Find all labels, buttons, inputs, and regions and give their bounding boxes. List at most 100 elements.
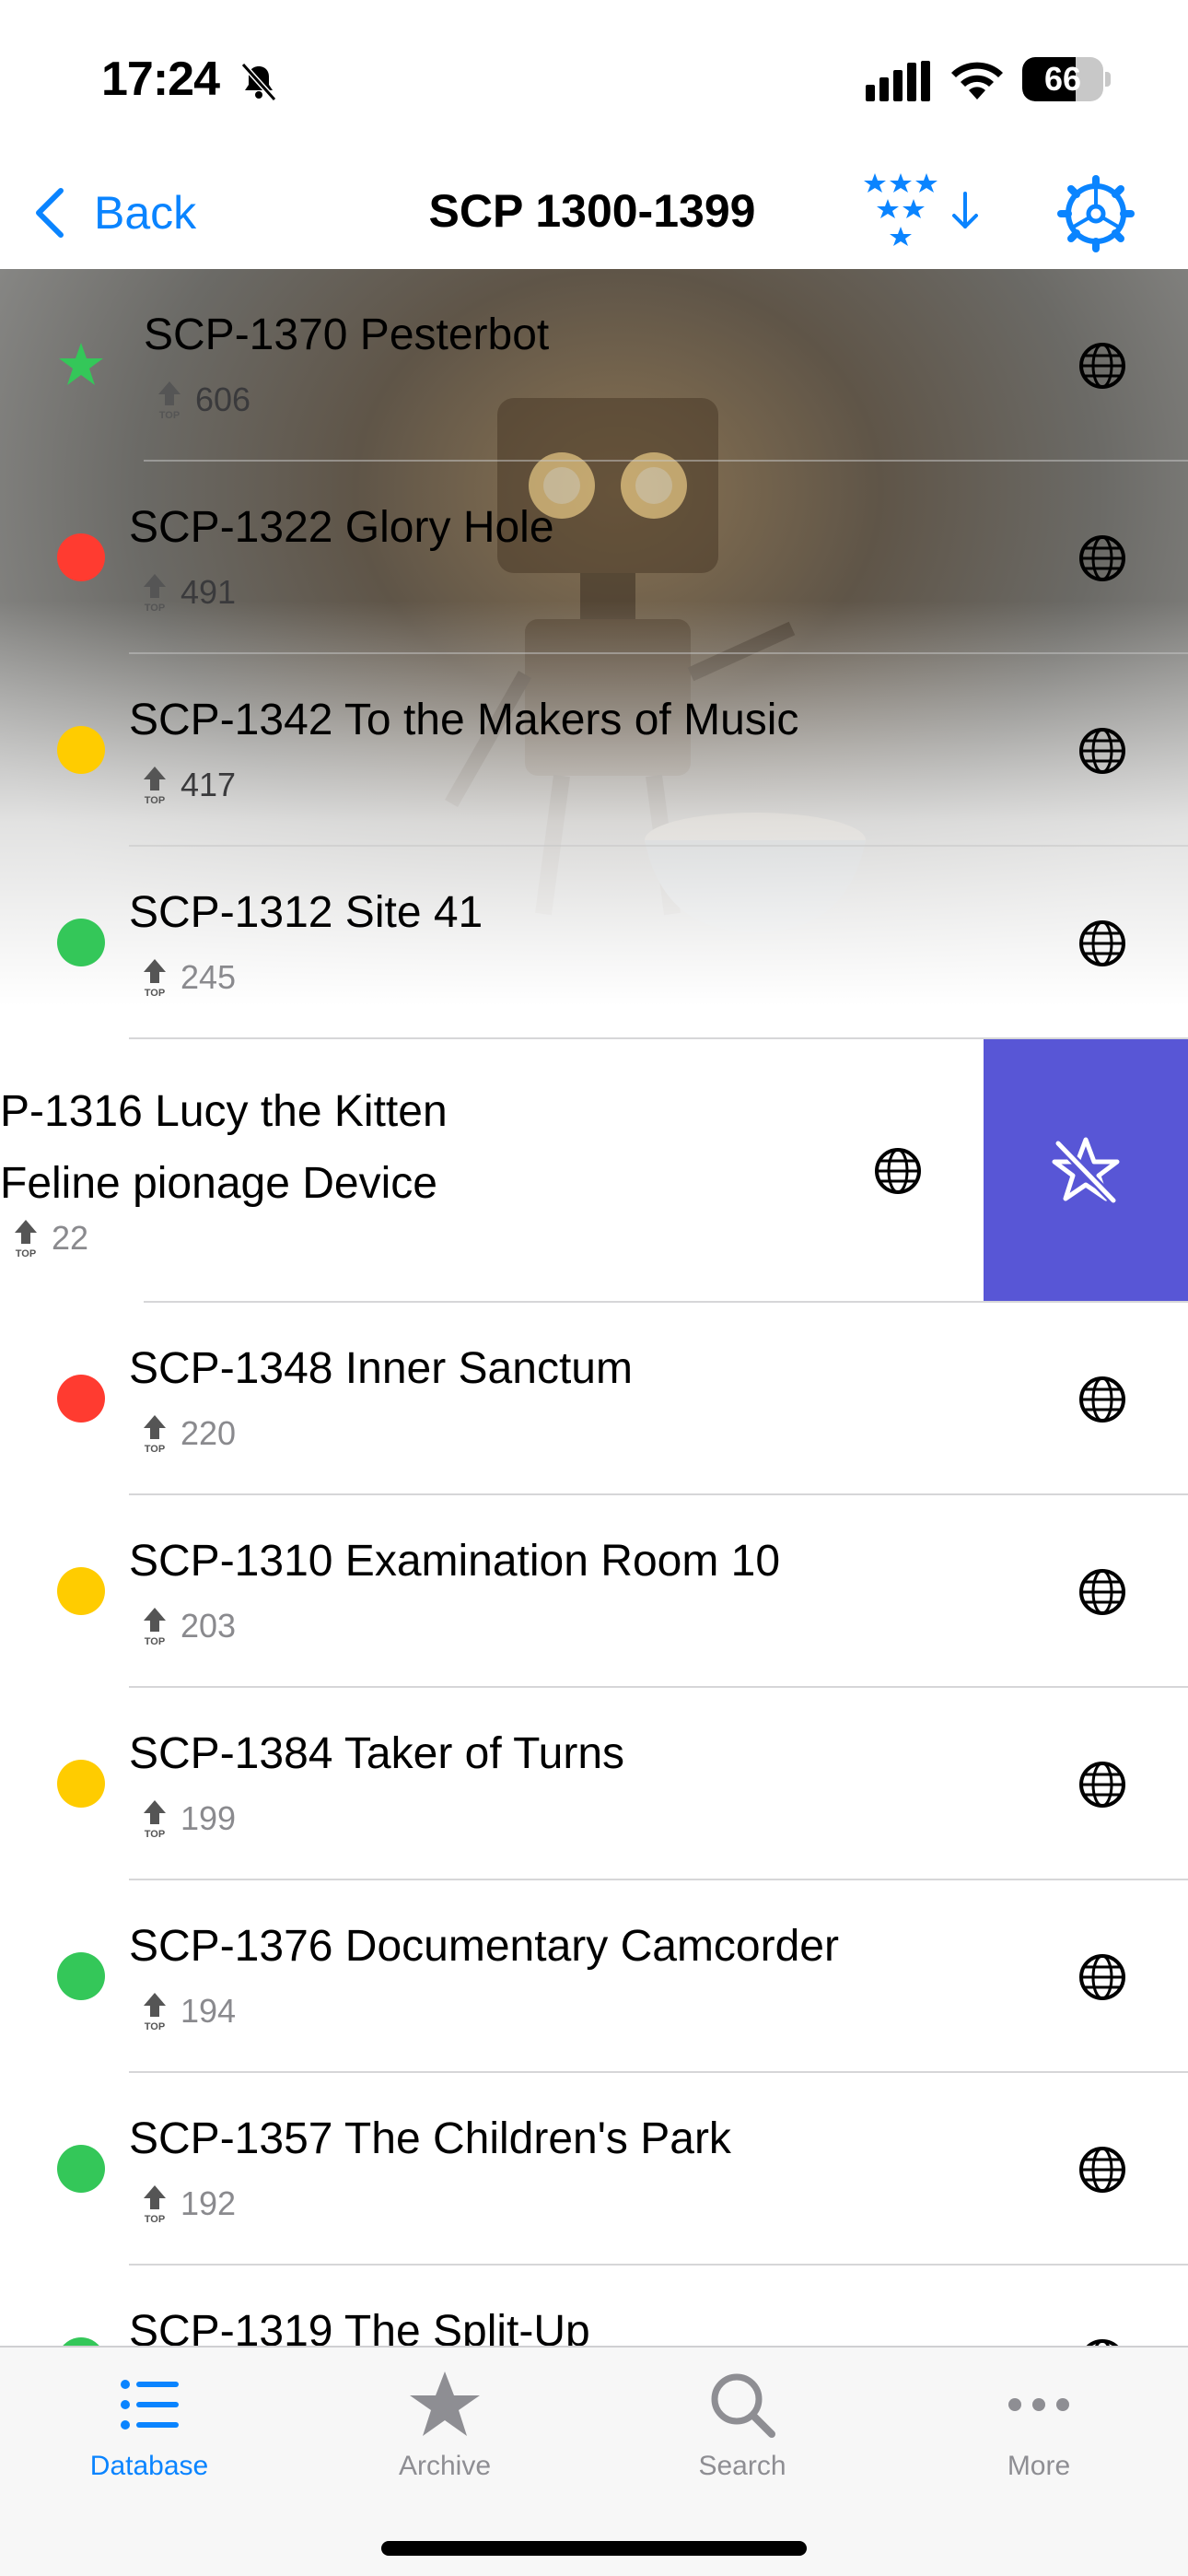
status-time: 17:24 — [101, 53, 220, 106]
list-item[interactable]: SCP-1370 Pesterbot TOP 606 — [0, 269, 1188, 462]
top-rating-icon: TOP — [144, 1415, 166, 1454]
top-rating-icon: TOP — [158, 381, 181, 420]
item-title: SCP-1370 Pesterbot — [144, 310, 550, 359]
item-rating: TOP 199 — [136, 1798, 236, 1839]
item-title: SCP-1322 Glory Hole — [129, 503, 554, 552]
star-slash-icon — [1052, 1137, 1120, 1204]
item-title: SCP-1342 To the Makers of Music — [129, 696, 799, 744]
item-title: SCP-1357 The Children's Park — [129, 2114, 731, 2163]
top-rating-icon: TOP — [144, 767, 166, 805]
battery-icon: 66 — [1022, 57, 1111, 101]
list-item[interactable]: SCP-1384 Taker of Turns TOP 199 — [0, 1688, 1188, 1880]
list-item[interactable]: SCP-1376 Documentary Camcorder TOP 194 — [0, 1880, 1188, 2073]
status-dot — [57, 1567, 105, 1615]
status-dot — [57, 2145, 105, 2193]
top-rating-icon: TOP — [15, 1220, 37, 1259]
item-title: SCP-1376 Documentary Camcorder — [129, 1922, 839, 1971]
item-title: SCP-1312 Site 41 — [129, 888, 483, 937]
back-button[interactable]: Back — [31, 181, 196, 245]
svg-text:TOP: TOP — [145, 1444, 165, 1454]
status-dot — [57, 533, 105, 581]
top-rating-icon: TOP — [144, 2185, 166, 2224]
list-item[interactable]: SCP-1348 Inner Sanctum TOP 220 — [0, 1303, 1188, 1495]
magnifier-icon — [711, 2373, 775, 2438]
item-rating: TOP 220 — [136, 1413, 236, 1454]
status-dot — [57, 1952, 105, 2000]
home-indicator — [381, 2541, 807, 2556]
tab-more[interactable]: More — [947, 2368, 1131, 2488]
status-dot — [57, 2337, 105, 2346]
svg-text:TOP: TOP — [145, 2021, 165, 2032]
bell-slash-icon — [240, 62, 277, 102]
top-rating-icon: TOP — [144, 574, 166, 613]
status-dot — [57, 726, 105, 774]
globe-icon[interactable] — [1077, 533, 1127, 583]
item-title: SCP-1384 Taker of Turns — [129, 1729, 625, 1778]
globe-icon[interactable] — [1077, 919, 1127, 968]
list-item[interactable]: SCP-1319 The Split-Up — [0, 2266, 1188, 2346]
favorite-swipe-action-button[interactable] — [984, 1039, 1188, 1303]
globe-icon[interactable] — [1077, 341, 1127, 391]
svg-text:TOP: TOP — [145, 1829, 165, 1839]
sort-by-rating-button[interactable] — [862, 170, 991, 258]
tab-label: Database — [89, 2451, 209, 2481]
item-rating: TOP 192 — [136, 2184, 236, 2224]
status-dot — [57, 1760, 105, 1808]
svg-text:TOP: TOP — [145, 2214, 165, 2224]
top-rating-icon: TOP — [144, 1608, 166, 1646]
tab-label: Archive — [398, 2451, 492, 2481]
item-title: SCP-1319 The Split-Up — [129, 2307, 590, 2346]
status-dot — [57, 1375, 105, 1423]
item-rating: TOP 606 — [151, 380, 250, 420]
star-icon — [410, 2371, 480, 2436]
tab-label: Search — [698, 2451, 786, 2481]
item-rating: TOP 417 — [136, 765, 236, 805]
globe-icon[interactable] — [1077, 1375, 1127, 1424]
svg-text:TOP: TOP — [159, 410, 180, 420]
ellipsis-icon — [1008, 2398, 1069, 2411]
scp-list[interactable]: SCP-1370 Pesterbot TOP 606 SCP-1322 Glor… — [0, 269, 1188, 2346]
globe-icon[interactable] — [1077, 1567, 1127, 1617]
star-marker-icon — [59, 343, 103, 385]
battery-percent: 66 — [1043, 60, 1082, 98]
svg-text:TOP: TOP — [145, 603, 165, 613]
globe-icon[interactable] — [873, 1146, 923, 1196]
list-item-swiped[interactable]: P-1316 Lucy the Kitten Feline pionage De… — [0, 1039, 1188, 1303]
tab-search[interactable]: Search — [650, 2368, 834, 2488]
item-rating: TOP 203 — [136, 1606, 236, 1646]
navigation-bar: SCP 1300-1399 Back — [0, 157, 1188, 269]
item-rating: TOP 22 — [7, 1218, 88, 1259]
list-icon — [121, 2380, 179, 2430]
list-item[interactable]: SCP-1357 The Children's Park TOP 192 — [0, 2073, 1188, 2266]
cellular-signal-icon — [866, 61, 930, 101]
top-rating-icon: TOP — [144, 959, 166, 998]
item-title: P-1316 Lucy the Kitten Feline pionage De… — [0, 1087, 448, 1208]
status-bar: 17:24 66 — [0, 0, 1188, 157]
list-item[interactable]: SCP-1312 Site 41 TOP 245 — [0, 847, 1188, 1039]
settings-gear-icon[interactable] — [1057, 175, 1135, 252]
item-rating: TOP 194 — [136, 1991, 236, 2032]
status-dot — [57, 919, 105, 966]
wifi-icon — [951, 62, 1003, 100]
globe-icon[interactable] — [1077, 726, 1127, 776]
swiped-row-content[interactable]: P-1316 Lucy the Kitten Feline pionage De… — [0, 1039, 984, 1303]
list-item[interactable]: SCP-1322 Glory Hole TOP 491 — [0, 462, 1188, 654]
chevron-left-icon — [36, 188, 64, 238]
top-rating-icon: TOP — [144, 1800, 166, 1839]
svg-text:TOP: TOP — [145, 988, 165, 998]
item-title: SCP-1310 Examination Room 10 — [129, 1537, 781, 1586]
globe-icon[interactable] — [1077, 2145, 1127, 2195]
list-item[interactable]: SCP-1310 Examination Room 10 TOP 203 — [0, 1495, 1188, 1688]
list-item[interactable]: SCP-1342 To the Makers of Music TOP 417 — [0, 654, 1188, 847]
tab-database[interactable]: Database — [57, 2368, 241, 2488]
tab-archive[interactable]: Archive — [353, 2368, 537, 2488]
globe-icon[interactable] — [1077, 1952, 1127, 2002]
top-rating-icon: TOP — [144, 1993, 166, 2032]
tab-label: More — [1007, 2451, 1071, 2481]
svg-text:TOP: TOP — [145, 795, 165, 805]
item-rating: TOP 491 — [136, 572, 236, 613]
svg-text:TOP: TOP — [145, 1636, 165, 1646]
item-rating: TOP 245 — [136, 957, 236, 998]
globe-icon[interactable] — [1077, 1760, 1127, 1809]
globe-icon[interactable] — [1077, 2337, 1127, 2346]
